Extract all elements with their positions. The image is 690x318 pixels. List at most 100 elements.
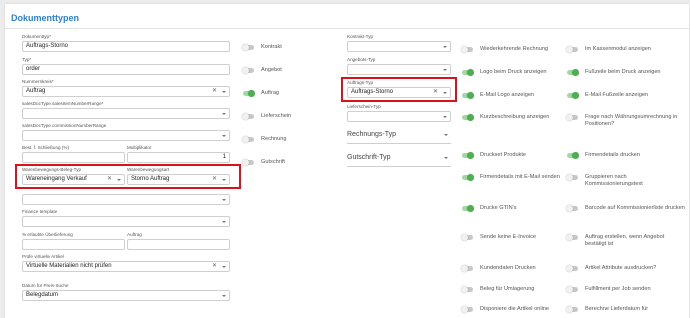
chevron-down-icon xyxy=(443,46,447,48)
toggle-druckset-produkte[interactable] xyxy=(461,152,474,159)
chevron-down-icon xyxy=(222,113,226,115)
toggle-frage-nach-w-hrungsumrechnung-in-positionen[interactable] xyxy=(566,114,579,121)
chevron-down-icon xyxy=(443,116,447,118)
toggle-beleg-f-r-umlagerung[interactable] xyxy=(461,286,474,293)
toggle-knob xyxy=(566,205,573,212)
multiplikator-label: Multiplikator xyxy=(127,145,152,150)
toggle-firmendetails-mit-e-mail-senden[interactable] xyxy=(461,174,474,181)
typ-label: Typ* xyxy=(22,57,32,62)
auftrags-typ-select[interactable]: Auftrags-Storno ✕ xyxy=(347,87,451,98)
toggle-kundendaten-drucken[interactable] xyxy=(461,265,474,272)
toggle-sende-keine-e-invoice[interactable] xyxy=(461,234,474,241)
toggle-knob xyxy=(572,92,579,99)
clear-icon[interactable]: ✕ xyxy=(212,175,217,184)
chevron-down-icon xyxy=(444,134,448,136)
toggle-label: Druckset Produkte xyxy=(480,152,527,158)
clear-icon[interactable]: ✕ xyxy=(433,88,438,97)
angebots-typ-label: Angebots-Typ xyxy=(347,57,376,62)
schliessung-input[interactable] xyxy=(22,152,125,163)
toggle-label: Fulfillment per Job senden xyxy=(585,286,651,292)
toggle-label: Kontrakt xyxy=(261,44,282,50)
warenbewegungsart-select[interactable]: Storno Auftrag ✕ xyxy=(127,174,230,185)
toggle-knob xyxy=(467,174,474,181)
gutschrift-typ-underline xyxy=(347,166,451,167)
rechnungs-typ-select[interactable]: Rechnungs-Typ xyxy=(347,131,451,141)
chevron-down-icon xyxy=(222,91,226,93)
toggle-label: Im Kassenmodul anzeigen xyxy=(585,46,651,52)
commission-number-range-label: salesDocType.commissionNumberRange xyxy=(22,123,107,128)
angebots-typ-select[interactable] xyxy=(347,64,451,75)
toggle-label: Barcode auf Kommissionierliste drucken xyxy=(585,205,685,211)
clear-icon[interactable]: ✕ xyxy=(107,175,112,184)
sales-doc-number-range-select[interactable] xyxy=(22,108,230,119)
toggle-im-kassenmodul-anzeigen[interactable] xyxy=(566,46,579,53)
toggle-kurzbeschreibung-anzeigen[interactable] xyxy=(461,114,474,121)
toggle-logo-beim-druck-anzeigen[interactable] xyxy=(461,69,474,76)
toggle-knob xyxy=(566,265,573,272)
auftrag-input[interactable] xyxy=(127,239,230,250)
warenbewegung-beleg-typ-label: Warenbewegungs-Beleg-Typ xyxy=(22,167,82,172)
toggle-label: Frage nach Währungsumrechnung in Positio… xyxy=(585,114,678,127)
toggle-knob xyxy=(566,234,573,241)
warenbewegung-beleg-typ-select[interactable]: Wareneingang Verkauf ✕ xyxy=(22,174,125,185)
toggle-label: Auftrag erstellen, wenn Angebot bestätig… xyxy=(585,234,665,247)
datum-suche-select[interactable]: Belegdatum xyxy=(22,290,230,301)
toggle-knob xyxy=(467,152,474,159)
toggle-label: Kurzbeschreibung anzeigen xyxy=(480,114,550,120)
chevron-down-icon xyxy=(222,179,226,181)
toggle-label: Gutschrift xyxy=(261,159,285,165)
toggle-knob xyxy=(467,114,474,121)
toggle-label: Disponiere die Artikel online xyxy=(480,306,550,312)
toggle-label: Lieferschein xyxy=(261,113,292,119)
gutschrift-typ-select[interactable]: Gutschrift-Typ xyxy=(347,154,451,164)
toggle-label: Berechne Lieferdatum für xyxy=(585,306,649,312)
toggle-lieferschein[interactable] xyxy=(242,113,255,120)
ueberlieferung-input[interactable] xyxy=(22,239,125,250)
toggle-e-mail-fu-zeile-anzeigen[interactable] xyxy=(566,92,579,99)
toggle-fu-zeile-beim-druck-anzeigen[interactable] xyxy=(566,69,579,76)
chevron-down-icon xyxy=(443,92,447,94)
toggle-barcode-auf-kommissionierliste-drucken[interactable] xyxy=(566,205,579,212)
kontrakt-typ-select[interactable] xyxy=(347,41,451,52)
toggle-berechne-lieferdatum-f-r[interactable] xyxy=(566,306,579,313)
toggle-auftrag-erstellen-wenn-angebot-best-tigt-ist[interactable] xyxy=(566,234,579,241)
hidden-select[interactable] xyxy=(22,194,230,205)
dokumenttyp-input[interactable]: Auftrags-Storno xyxy=(22,41,230,52)
toggle-gutschrift[interactable] xyxy=(242,159,255,166)
commission-number-range-select[interactable] xyxy=(22,130,230,141)
toggle-gruppieren-nach-kommissionierungstext[interactable] xyxy=(566,174,579,181)
toggle-label: Kundendaten Drucken xyxy=(480,265,536,271)
auftrag-label: Auftrag xyxy=(127,232,142,237)
clear-icon[interactable]: ✕ xyxy=(212,87,217,96)
toggle-wiederkehrende-rechnung[interactable] xyxy=(461,46,474,53)
toggle-firmendetails-drucken[interactable] xyxy=(566,152,579,159)
pruefe-virtuelle-select[interactable]: Virtuelle Materialien nicht prüfen ✕ xyxy=(22,261,230,272)
toggle-knob xyxy=(566,46,573,53)
ueberlieferung-label: % erlaubte Überlieferung xyxy=(22,232,73,237)
warenbewegungsart-label: Warenbewegungsart xyxy=(127,167,170,172)
toggle-fulfillment-per-job-senden[interactable] xyxy=(566,286,579,293)
toggle-e-mail-logo-anzeigen[interactable] xyxy=(461,92,474,99)
toggle-knob xyxy=(461,286,468,293)
typ-input[interactable]: order xyxy=(22,64,230,75)
nummernkreis-select[interactable]: Auftrag ✕ xyxy=(22,86,230,97)
schliessung-label: Best. f. Schließung (%) xyxy=(22,145,69,150)
kontrakt-typ-label: Kontrakt-Typ xyxy=(347,34,374,39)
toggle-label: Artikel Attribute ausdrucken? xyxy=(585,265,657,271)
toggle-artikel-attribute-ausdrucken[interactable] xyxy=(566,265,579,272)
finance-template-label: Finance template xyxy=(22,209,58,214)
toggle-auftrag[interactable] xyxy=(242,90,255,97)
toggle-drucke-gtin-s[interactable] xyxy=(461,205,474,212)
auftrags-typ-label: Auftrags-Typ xyxy=(347,80,374,85)
toggle-angebot[interactable] xyxy=(242,67,255,74)
clear-icon[interactable]: ✕ xyxy=(212,262,217,271)
toggle-rechnung[interactable] xyxy=(242,136,255,143)
toggle-knob xyxy=(572,69,579,76)
finance-template-select[interactable] xyxy=(22,216,230,227)
toggle-disponiere-die-artikel-online[interactable] xyxy=(461,306,474,313)
page-title: Dokumenttypen xyxy=(11,13,80,23)
toggle-knob xyxy=(566,286,573,293)
toggle-kontrakt[interactable] xyxy=(242,44,255,51)
multiplikator-input[interactable]: 1 xyxy=(127,152,230,163)
lieferschein-typ-select[interactable] xyxy=(347,111,451,122)
